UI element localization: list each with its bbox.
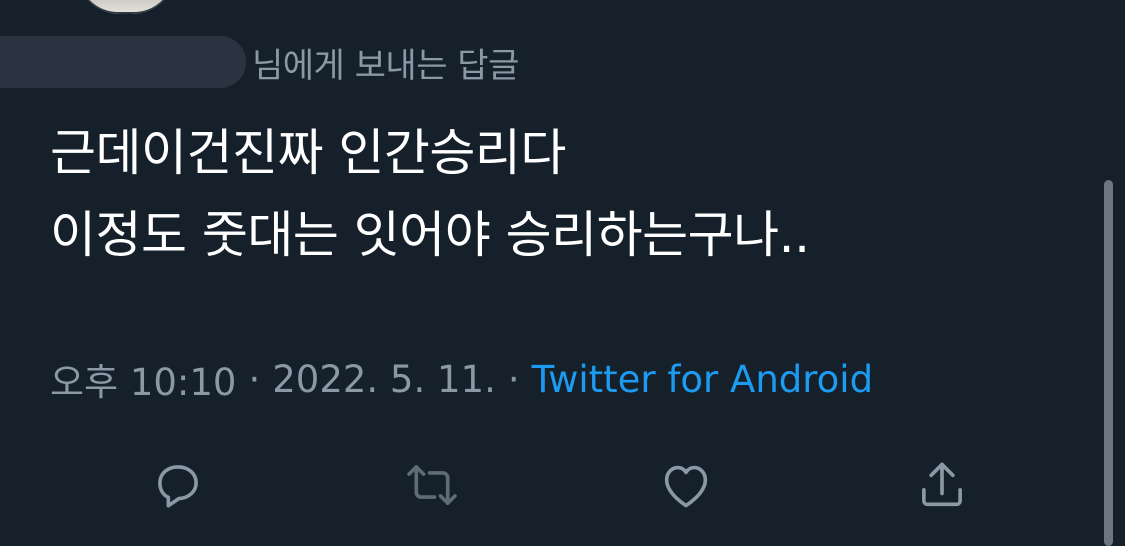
reply-button[interactable]	[143, 450, 213, 520]
tweet-meta: 오후 10:10 · 2022. 5. 11. · Twitter for An…	[50, 352, 873, 406]
tweet-source-link[interactable]: Twitter for Android	[532, 358, 873, 401]
comment-icon	[158, 465, 198, 508]
tweet-text-line: 이정도 줏대는 잇어야 승리하는구나..	[50, 206, 810, 264]
retweet-button[interactable]	[397, 450, 467, 520]
scrollbar[interactable]	[1104, 180, 1113, 546]
like-button[interactable]	[651, 450, 721, 520]
tweet-actions-bar	[0, 450, 1125, 520]
avatar[interactable]	[76, 0, 176, 14]
tweet-text-line: 근데이건진짜 인간승리다	[50, 124, 566, 182]
tweet-text: 근데이건진짜 인간승리다 이정도 줏대는 잇어야 승리하는구나..	[50, 112, 810, 276]
share-button[interactable]	[907, 450, 977, 520]
redacted-username[interactable]	[0, 36, 246, 88]
heart-icon	[664, 465, 708, 508]
meta-separator: ·	[248, 357, 261, 401]
retweet-icon	[407, 465, 457, 505]
tweet-time[interactable]: 오후 10:10	[50, 352, 236, 406]
share-icon	[922, 462, 962, 507]
tweet-date[interactable]: 2022. 5. 11.	[272, 358, 496, 401]
reply-context: 님에게 보내는 답글	[0, 34, 519, 90]
reply-context-label: 님에게 보내는 답글	[252, 45, 519, 86]
tweet-detail-screen: 님에게 보내는 답글 근데이건진짜 인간승리다 이정도 줏대는 잇어야 승리하는…	[0, 0, 1125, 546]
meta-separator: ·	[507, 357, 520, 401]
